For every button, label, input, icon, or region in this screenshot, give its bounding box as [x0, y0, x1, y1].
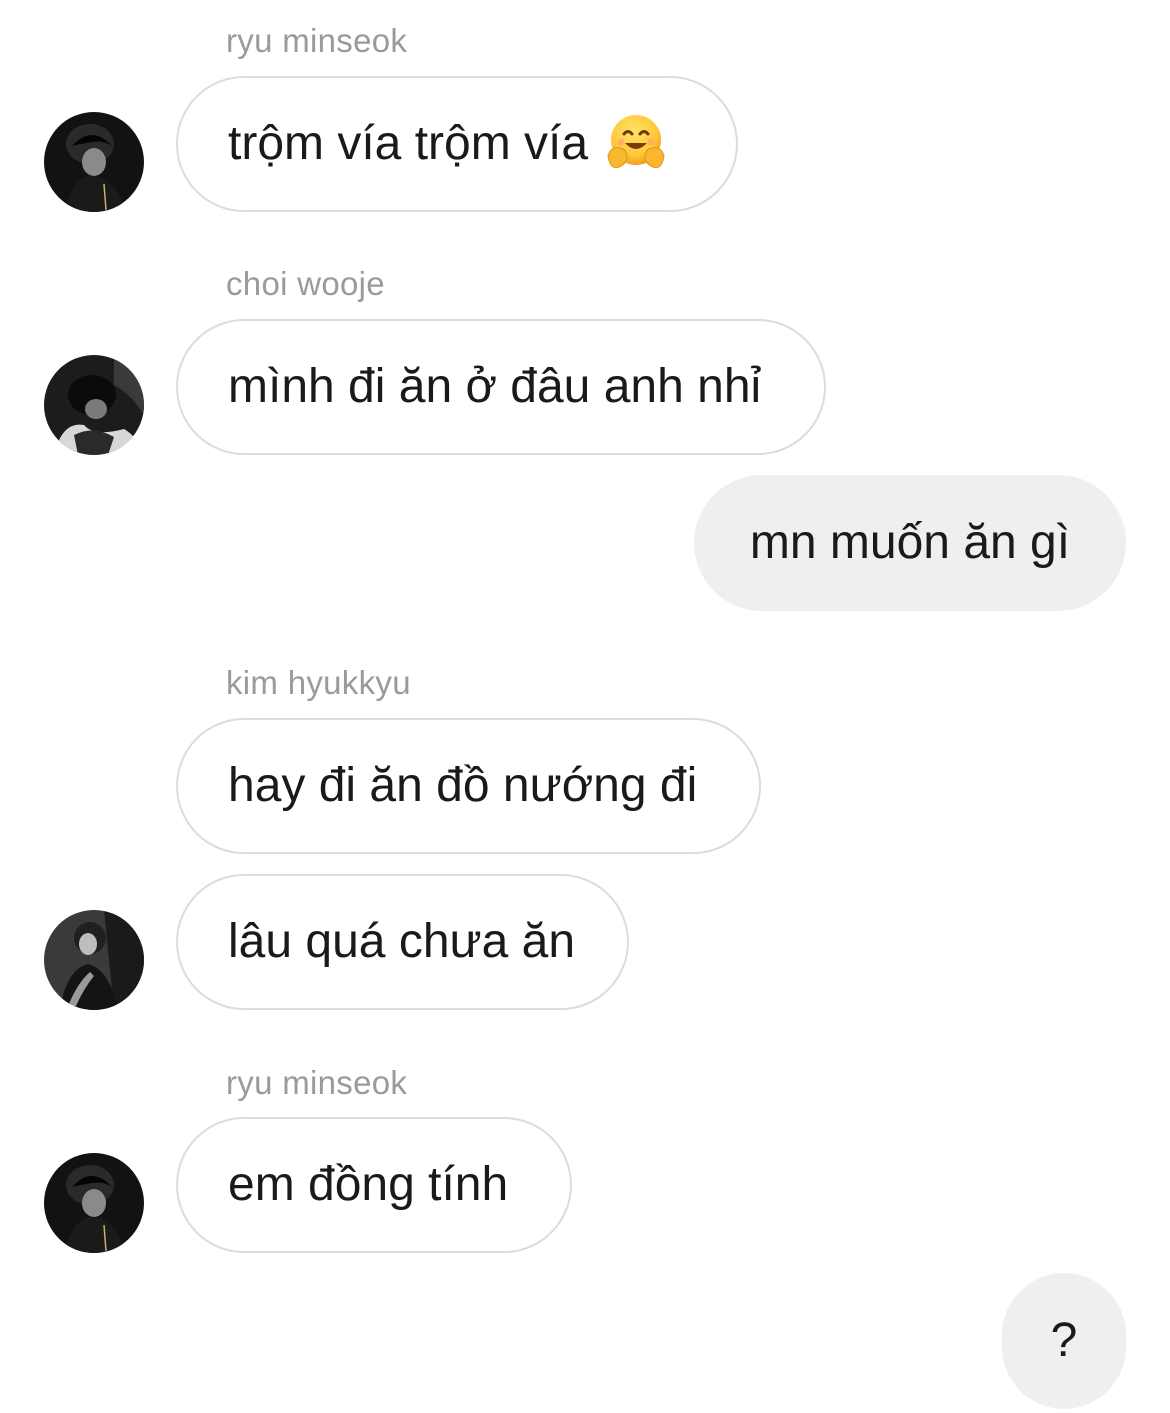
message-text: mình đi ăn ở đâu anh nhỉ	[228, 360, 762, 413]
message-text: lâu quá chưa ăn	[228, 915, 576, 968]
sender-name: ryu minseok	[226, 1064, 408, 1101]
sender-name: choi wooje	[226, 265, 385, 302]
avatar[interactable]	[44, 910, 144, 1010]
message-text: hay đi ăn đồ nướng đi	[228, 759, 698, 812]
outgoing-message-bubble[interactable]: ?	[1002, 1273, 1126, 1409]
incoming-message-bubble[interactable]: mình đi ăn ở đâu anh nhỉ	[176, 319, 826, 455]
message-text: ?	[1050, 1314, 1078, 1367]
incoming-message-bubble[interactable]: trộm vía trộm vía	[176, 76, 738, 212]
avatar[interactable]	[44, 355, 144, 455]
incoming-message-bubble[interactable]: lâu quá chưa ăn	[176, 874, 629, 1010]
message-text: em đồng tính	[228, 1158, 509, 1211]
incoming-message-bubble[interactable]: em đồng tính	[176, 1117, 572, 1253]
sender-name: kim hyukkyu	[226, 664, 411, 701]
sender-name: ryu minseok	[226, 22, 408, 59]
hugging-face-emoji-icon	[604, 112, 668, 176]
incoming-message-bubble[interactable]: hay đi ăn đồ nướng đi	[176, 718, 761, 854]
outgoing-message-bubble[interactable]: mn muốn ăn gì	[694, 475, 1126, 611]
message-text: trộm vía trộm vía	[228, 117, 589, 170]
message-text: mn muốn ăn gì	[749, 516, 1071, 569]
avatar[interactable]	[44, 112, 144, 212]
avatar[interactable]	[44, 1153, 144, 1253]
